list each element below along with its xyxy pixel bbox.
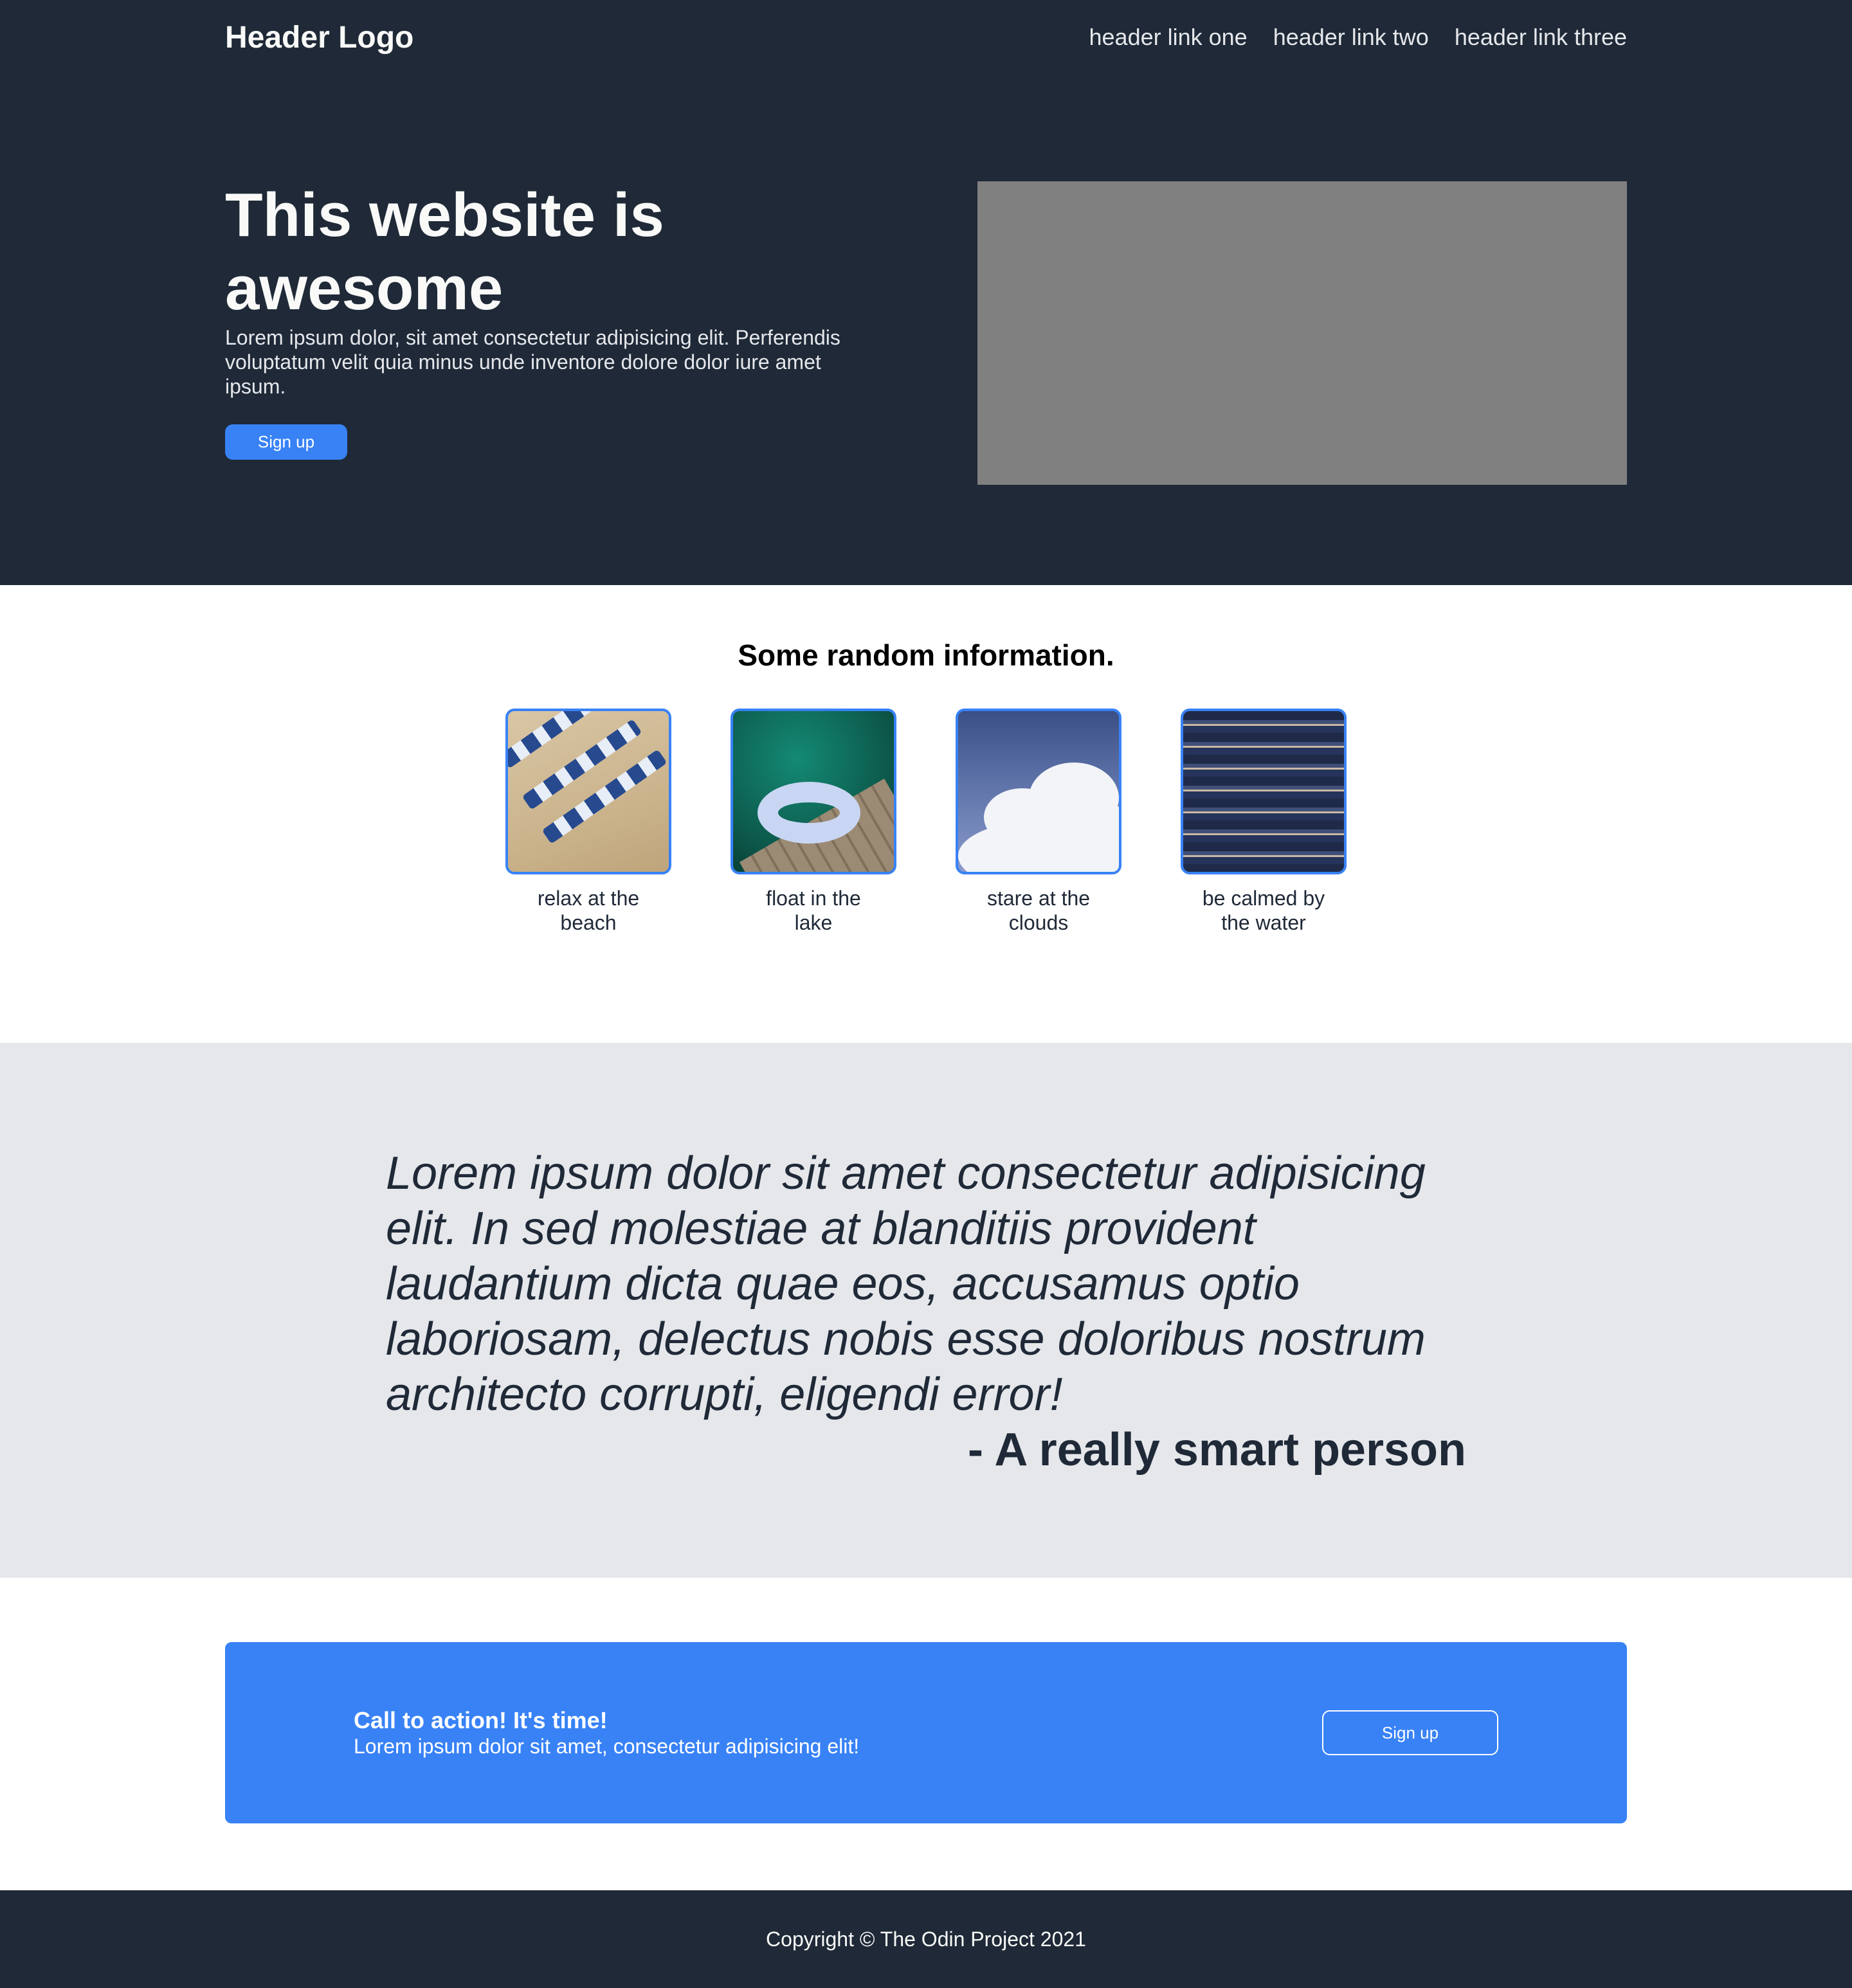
cta-box: Call to action! It's time! Lorem ipsum d… (225, 1642, 1627, 1823)
quote-author: - A really smart person (968, 1424, 1466, 1476)
hero-content: This website is awesome Lorem ipsum dolo… (225, 179, 868, 485)
info-card: stare at the clouds (956, 709, 1121, 935)
card-label: relax at the beach (537, 887, 640, 934)
info-card: relax at the beach (505, 709, 671, 935)
quote-text: Lorem ipsum dolor sit amet consectetur a… (386, 1148, 1426, 1420)
water-image (1181, 709, 1347, 874)
cta-title: Call to action! It's time! (354, 1707, 608, 1733)
header-nav: header link one header link two header l… (1089, 24, 1628, 51)
info-cards: relax at the beach float in the lake sta… (0, 709, 1852, 935)
card-label: be calmed by the water (1202, 887, 1325, 934)
info-card: float in the lake (731, 709, 896, 935)
quote-section: Lorem ipsum dolor sit amet consectetur a… (0, 1043, 1852, 1578)
hero-image-placeholder (977, 181, 1627, 485)
info-title: Some random information. (738, 638, 1114, 672)
clouds-image (956, 709, 1121, 874)
hero: This website is awesome Lorem ipsum dolo… (225, 75, 1627, 485)
site-footer: Copyright © The Odin Project 2021 (0, 1890, 1852, 1988)
site-header: Header Logo header link one header link … (225, 0, 1627, 75)
cta-section: Call to action! It's time! Lorem ipsum d… (0, 1578, 1852, 1890)
hero-title: This website is awesome (225, 181, 664, 323)
cta-content: Call to action! It's time! Lorem ipsum d… (354, 1707, 859, 1758)
header-link-two[interactable]: header link two (1273, 24, 1429, 51)
info-card: be calmed by the water (1181, 709, 1347, 935)
card-label: float in the lake (766, 887, 861, 934)
header-logo[interactable]: Header Logo (225, 20, 413, 55)
info-section: Some random information. relax at the be… (0, 585, 1852, 1043)
lake-image (731, 709, 896, 874)
top-section: Header Logo header link one header link … (0, 0, 1852, 585)
cta-signup-button[interactable]: Sign up (1322, 1710, 1498, 1755)
beach-image (505, 709, 671, 874)
card-label: stare at the clouds (986, 887, 1091, 934)
hero-signup-button[interactable]: Sign up (225, 424, 347, 460)
cta-text: Lorem ipsum dolor sit amet, consectetur … (354, 1735, 860, 1758)
header-link-one[interactable]: header link one (1089, 24, 1248, 51)
hero-text: Lorem ipsum dolor, sit amet consectetur … (225, 326, 840, 398)
footer-copyright: Copyright © The Odin Project 2021 (766, 1927, 1086, 1951)
header-link-three[interactable]: header link three (1455, 24, 1627, 51)
